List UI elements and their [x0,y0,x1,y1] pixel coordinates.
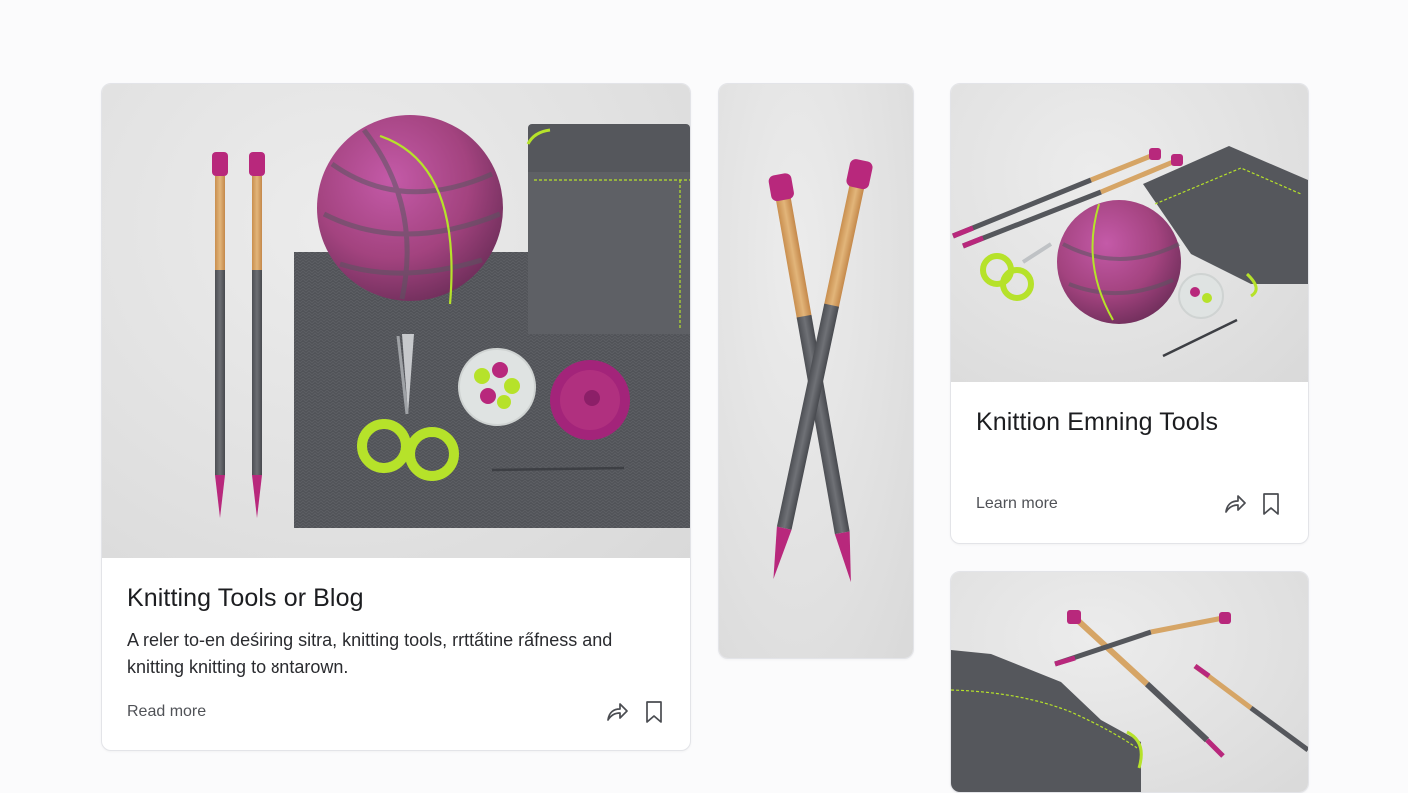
read-more-link[interactable]: Read more [127,703,206,721]
share-icon[interactable] [1222,491,1248,517]
tools-card[interactable]: Knittion Emning Tools Learn more [950,83,1309,544]
card-description-line: knitting knitting to ᴕntarown. [127,657,349,677]
card-title: Knittion Emning Tools [976,408,1219,436]
card-description: A reler to-en deśiring sitra, knitting t… [127,627,667,681]
feature-card[interactable]: Knitting Tools or Blog A reler to-en deś… [101,83,691,751]
bookmark-icon[interactable] [641,699,667,725]
knitting-needles-photo [719,84,913,658]
card-title: Knitting Tools or Blog [127,584,364,612]
image-card[interactable] [718,83,914,659]
knitting-tools-photo [102,84,690,558]
bookmark-icon[interactable] [1258,491,1284,517]
share-icon[interactable] [604,699,630,725]
card-description-line: A reler to-en deśiring sitra, knitting t… [127,630,613,650]
learn-more-link[interactable]: Learn more [976,495,1058,513]
image-card-bottom[interactable] [950,571,1309,793]
knitting-kit-photo [951,84,1308,382]
needles-and-pouch-photo [951,572,1308,792]
